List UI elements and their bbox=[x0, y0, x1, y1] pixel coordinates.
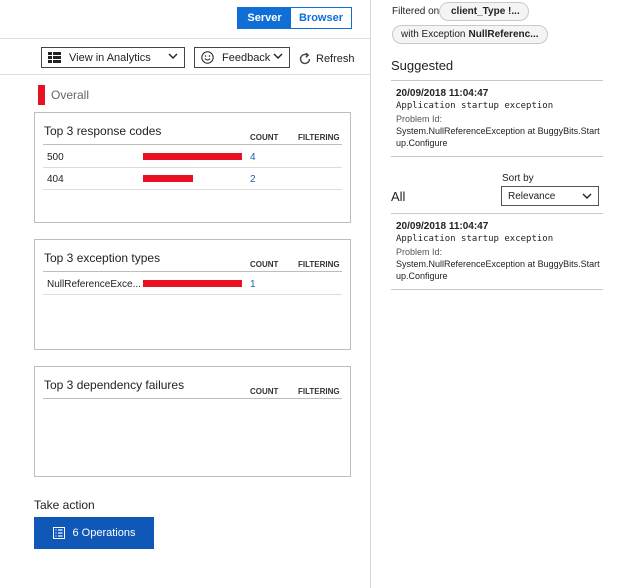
toolbar-top-divider bbox=[0, 38, 370, 39]
refresh-label: Refresh bbox=[316, 53, 355, 65]
filter-pill-value: client_Type !... bbox=[451, 6, 520, 17]
toolbar-bottom-divider bbox=[0, 74, 370, 75]
all-divider bbox=[391, 213, 603, 214]
exception-types-card: Top 3 exception types COUNT FILTERING Nu… bbox=[34, 239, 351, 350]
chevron-down-icon bbox=[168, 53, 178, 59]
table-row[interactable]: NullReferenceExce... 1 bbox=[43, 273, 342, 295]
card-title: Top 3 dependency failures bbox=[44, 378, 185, 392]
count-column-header: COUNT bbox=[250, 133, 279, 142]
entry-exception: Application startup exception bbox=[396, 234, 554, 244]
operations-button[interactable]: 6 Operations bbox=[34, 517, 154, 549]
suggested-exception-entry[interactable]: 20/09/2018 11:04:47 Application startup … bbox=[396, 88, 601, 149]
filter-pill-value: NullReferenc... bbox=[468, 29, 539, 40]
card-title: Top 3 response codes bbox=[44, 124, 162, 138]
response-code-label: 500 bbox=[47, 152, 64, 163]
filtering-column-header: FILTERING bbox=[298, 133, 340, 142]
operations-label: 6 Operations bbox=[72, 527, 136, 539]
view-in-analytics-label: View in Analytics bbox=[69, 51, 151, 64]
suggested-bottom-divider bbox=[391, 156, 603, 157]
all-bottom-divider bbox=[391, 289, 603, 290]
overall-legend: Overall bbox=[38, 85, 89, 105]
analytics-grid-icon bbox=[48, 52, 61, 63]
filter-pill-exception[interactable]: with Exception NullReferenc... bbox=[392, 25, 548, 44]
count-bar bbox=[143, 153, 242, 160]
exception-type-label: NullReferenceExce... bbox=[47, 279, 141, 290]
entry-timestamp: 20/09/2018 11:04:47 bbox=[396, 221, 489, 232]
feedback-button[interactable]: Feedback bbox=[194, 47, 290, 68]
card-header-divider bbox=[43, 398, 342, 399]
refresh-button[interactable]: Refresh bbox=[298, 52, 355, 66]
sort-by-select[interactable]: Relevance bbox=[501, 186, 599, 206]
count-link[interactable]: 1 bbox=[250, 279, 256, 290]
chevron-down-icon bbox=[273, 53, 283, 59]
suggested-heading: Suggested bbox=[391, 58, 454, 73]
card-title: Top 3 exception types bbox=[44, 251, 161, 265]
count-column-header: COUNT bbox=[250, 260, 279, 269]
dependency-failures-card: Top 3 dependency failures COUNT FILTERIN… bbox=[34, 366, 351, 477]
overall-label: Overall bbox=[51, 88, 90, 102]
response-code-label: 404 bbox=[47, 174, 64, 185]
filter-pill-client-type[interactable]: client_Type !... bbox=[439, 2, 529, 21]
overall-color-swatch bbox=[38, 85, 45, 105]
filtering-column-header: FILTERING bbox=[298, 387, 340, 396]
view-in-analytics-button[interactable]: View in Analytics bbox=[41, 47, 185, 68]
all-exception-entry[interactable]: 20/09/2018 11:04:47 Application startup … bbox=[396, 221, 601, 282]
table-row[interactable]: 500 4 bbox=[43, 146, 342, 168]
entry-exception: Application startup exception bbox=[396, 101, 554, 111]
table-row[interactable]: 404 2 bbox=[43, 168, 342, 190]
card-header-divider bbox=[43, 271, 342, 272]
server-browser-toggle: Server Browser bbox=[237, 7, 352, 29]
count-column-header: COUNT bbox=[250, 387, 279, 396]
count-bar bbox=[143, 280, 242, 287]
count-link[interactable]: 4 bbox=[250, 152, 256, 163]
smiley-icon bbox=[201, 51, 214, 64]
server-toggle-button[interactable]: Server bbox=[238, 8, 291, 28]
sort-by-value: Relevance bbox=[508, 190, 556, 202]
entry-timestamp: 20/09/2018 11:04:47 bbox=[396, 88, 489, 99]
entry-problem-value: System.NullReferenceException at BuggyBi… bbox=[396, 259, 600, 281]
filter-pill-prefix: with Exception bbox=[401, 29, 466, 40]
filtering-column-header: FILTERING bbox=[298, 260, 340, 269]
sort-by-label: Sort by bbox=[502, 173, 534, 184]
entry-problem-label: Problem Id: bbox=[396, 114, 443, 124]
refresh-icon bbox=[299, 52, 311, 65]
take-action-heading: Take action bbox=[34, 498, 95, 512]
entry-problem-value: System.NullReferenceException at BuggyBi… bbox=[396, 126, 600, 148]
count-link[interactable]: 2 bbox=[250, 174, 256, 185]
pane-divider bbox=[370, 0, 371, 588]
card-header-divider bbox=[43, 144, 342, 145]
response-codes-card: Top 3 response codes COUNT FILTERING 500… bbox=[34, 112, 351, 223]
all-heading: All bbox=[391, 189, 406, 204]
list-icon bbox=[52, 527, 65, 539]
entry-problem-label: Problem Id: bbox=[396, 247, 443, 257]
count-bar bbox=[143, 175, 193, 182]
feedback-label: Feedback bbox=[222, 51, 271, 64]
filtered-on-label: Filtered on bbox=[392, 6, 440, 17]
chevron-down-icon bbox=[582, 193, 592, 199]
suggested-divider bbox=[391, 80, 603, 81]
browser-toggle-button[interactable]: Browser bbox=[291, 8, 351, 28]
